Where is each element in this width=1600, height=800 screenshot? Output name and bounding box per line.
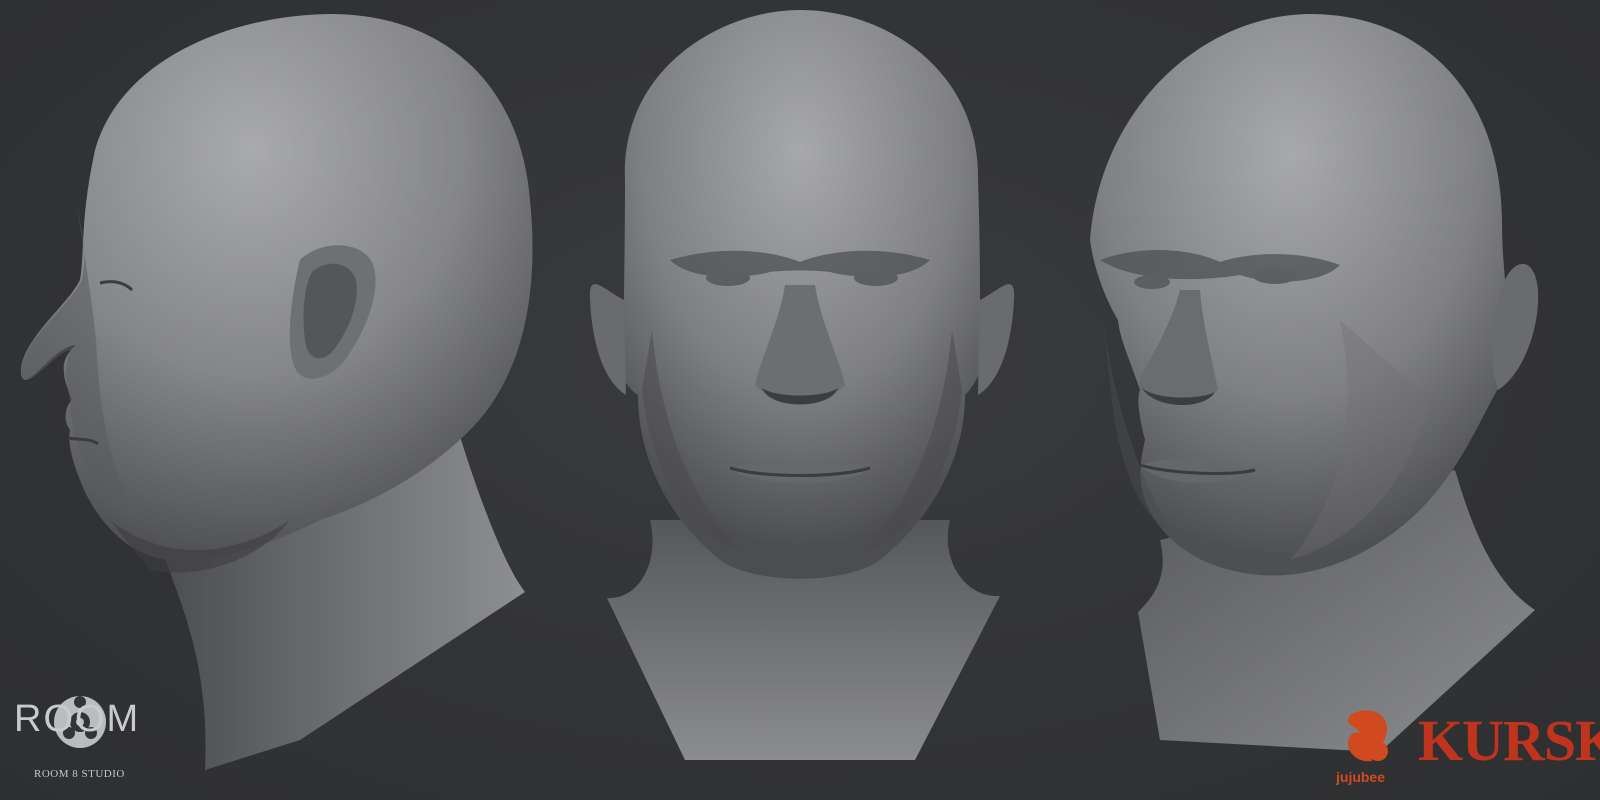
- kursk-wordmark: KURSK: [1418, 708, 1600, 773]
- room8-studio-logo: ROOM ROOM 8 STUDIO: [8, 680, 148, 790]
- kursk-logo: KURSK: [1418, 706, 1600, 786]
- jujubee-wordmark: jujubee: [1336, 769, 1386, 785]
- head-front-view: [580, 0, 1040, 800]
- room8-subtitle: ROOM 8 STUDIO: [34, 768, 125, 780]
- jujubee-squirrel-icon: [1348, 710, 1388, 762]
- jujubee-logo: jujubee: [1330, 705, 1410, 790]
- head-front-illustration: [589, 10, 1015, 760]
- artwork-canvas: ROOM ROOM 8 STUDIO jujubee KURSK: [0, 0, 1600, 800]
- head-three-quarter-view: [1060, 0, 1600, 800]
- room8-wordmark: ROOM: [14, 698, 141, 740]
- head-three-quarter-illustration: [1090, 14, 1539, 752]
